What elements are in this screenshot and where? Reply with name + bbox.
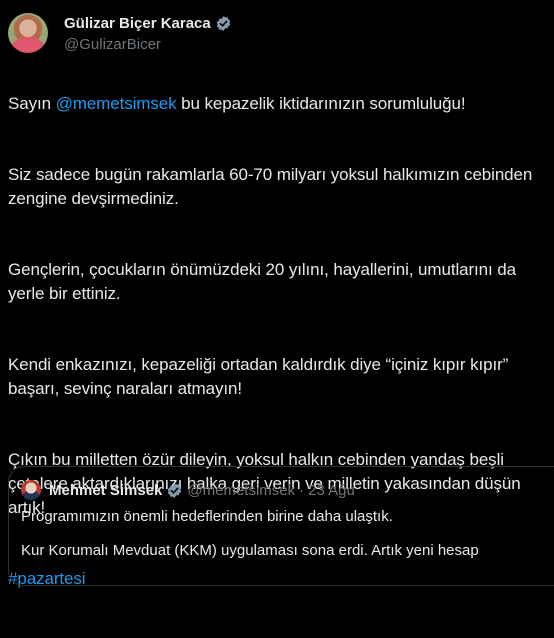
author-display-name[interactable]: Gülizar Biçer Karaca xyxy=(64,15,211,32)
quoted-tweet-date: 23 Ağu xyxy=(308,481,355,499)
verified-badge-icon xyxy=(216,16,230,31)
separator-dot: · xyxy=(299,481,305,499)
verified-badge-icon xyxy=(168,482,182,498)
author-name-row: Gülizar Biçer Karaca xyxy=(64,15,232,32)
quoted-author-avatar xyxy=(21,480,41,500)
tweet-paragraph-4: Kendi enkazınızı, kepazeliği ortadan kal… xyxy=(8,355,509,398)
author-handle[interactable]: @GulizarBicer xyxy=(64,36,161,53)
quoted-tweet-text-line-2: Kur Korumalı Mevduat (KKM) uygulaması so… xyxy=(21,542,479,559)
tweet-header: Gülizar Biçer Karaca @GulizarBicer xyxy=(8,13,548,57)
text-segment: bu kepazelik iktidarınızın sorumluluğu! xyxy=(176,94,466,113)
quoted-tweet-text-line-1: Programımızın önemli hedeflerinden birin… xyxy=(21,508,393,525)
quoted-tweet[interactable]: Mehmet Simsek @memetsimsek · 23 Ağu Prog… xyxy=(8,466,554,586)
quoted-tweet-header: Mehmet Simsek @memetsimsek · 23 Ağu xyxy=(21,480,355,500)
tweet-paragraph-1: Sayın @memetsimsek bu kepazelik iktidarı… xyxy=(8,92,554,116)
quoted-author-handle: @memetsimsek xyxy=(187,481,296,499)
tweet-paragraph-2: Siz sadece bugün rakamlarla 60-70 milyar… xyxy=(8,165,533,208)
mention-link[interactable]: @memetsimsek xyxy=(56,94,177,113)
tweet: Gülizar Biçer Karaca @GulizarBicer Sayın… xyxy=(0,0,554,588)
text-segment: Sayın xyxy=(8,94,56,113)
author-avatar[interactable] xyxy=(8,13,48,53)
quoted-author-name: Mehmet Simsek xyxy=(49,481,163,499)
tweet-paragraph-3: Gençlerin, çocukların önümüzdeki 20 yılı… xyxy=(8,260,516,303)
